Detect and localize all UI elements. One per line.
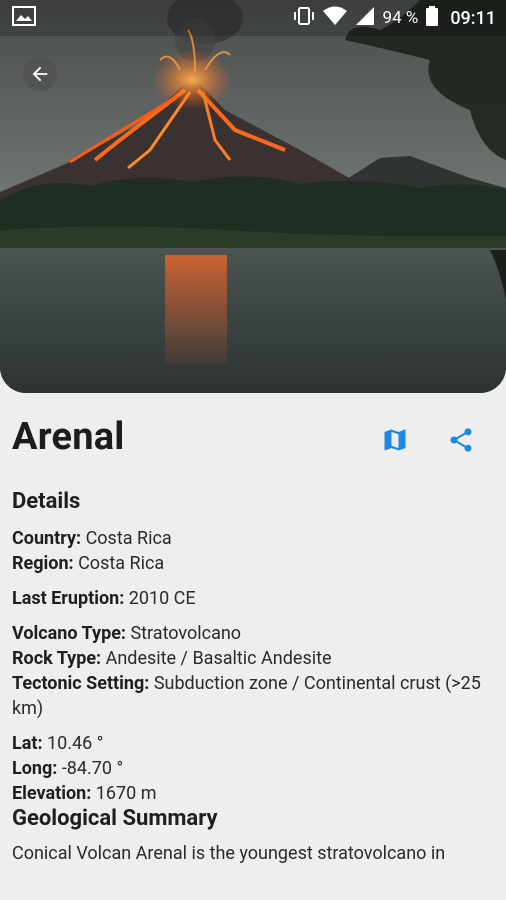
arrow-back-icon — [32, 66, 48, 82]
rock-type-row: Rock Type: Andesite / Basaltic Andesite — [12, 646, 494, 671]
volcano-type-row: Volcano Type: Stratovolcano — [12, 621, 494, 646]
tectonic-setting-row: Tectonic Setting: Subduction zone / Cont… — [12, 671, 494, 721]
map-icon — [384, 429, 406, 451]
last-eruption-value: 2010 CE — [128, 588, 196, 609]
rock-type-value: Andesite / Basaltic Andesite — [105, 648, 332, 669]
position-group: Lat: 10.46 ° Long: -84.70 ° Elevation: 1… — [12, 731, 494, 806]
back-button[interactable] — [23, 57, 57, 91]
wifi-icon — [322, 6, 347, 31]
share-button[interactable] — [446, 425, 476, 455]
longitude-label: Long: — [12, 758, 58, 779]
battery-percent: 94 % — [382, 8, 419, 28]
volcano-detail: Arenal Details Country: Costa Rica Regio… — [12, 393, 494, 866]
country-value: Costa Rica — [85, 528, 172, 549]
region-label: Region: — [12, 553, 74, 574]
eruption-group: Last Eruption: 2010 CE — [12, 586, 494, 611]
country-label: Country: — [12, 528, 82, 549]
elevation-label: Elevation: — [12, 783, 92, 804]
rock-type-label: Rock Type: — [12, 648, 102, 669]
region-row: Region: Costa Rica — [12, 551, 494, 576]
share-icon — [450, 428, 472, 452]
volcano-type-value: Stratovolcano — [130, 623, 242, 644]
gallery-notification-icon — [12, 6, 36, 31]
latitude-value: 10.46 ° — [47, 733, 104, 754]
elevation-row: Elevation: 1670 m — [12, 781, 494, 806]
geology-group: Volcano Type: Stratovolcano Rock Type: A… — [12, 621, 494, 721]
battery-icon — [426, 5, 439, 31]
latitude-row: Lat: 10.46 ° — [12, 731, 494, 756]
map-button[interactable] — [380, 425, 410, 455]
volcano-type-label: Volcano Type: — [12, 623, 126, 644]
elevation-value: 1670 m — [95, 783, 157, 804]
location-group: Country: Costa Rica Region: Costa Rica — [12, 526, 494, 576]
longitude-value: -84.70 ° — [61, 758, 124, 779]
vibrate-icon — [293, 6, 315, 31]
volcano-title: Arenal — [12, 415, 125, 459]
clock: 09:11 — [450, 7, 496, 29]
geological-summary-text: Conical Volcan Arenal is the youngest st… — [12, 843, 446, 864]
details-heading: Details — [12, 489, 81, 514]
last-eruption-row: Last Eruption: 2010 CE — [12, 586, 494, 611]
cell-signal-icon — [355, 6, 375, 31]
geological-summary-heading: Geological Summary — [12, 806, 218, 831]
tectonic-setting-label: Tectonic Setting: — [12, 673, 150, 694]
latitude-label: Lat: — [12, 733, 43, 754]
region-value: Costa Rica — [78, 553, 165, 574]
status-bar: 94 % 09:11 — [0, 0, 506, 36]
longitude-row: Long: -84.70 ° — [12, 756, 494, 781]
country-row: Country: Costa Rica — [12, 526, 494, 551]
last-eruption-label: Last Eruption: — [12, 588, 125, 609]
volcano-photo — [0, 0, 506, 393]
